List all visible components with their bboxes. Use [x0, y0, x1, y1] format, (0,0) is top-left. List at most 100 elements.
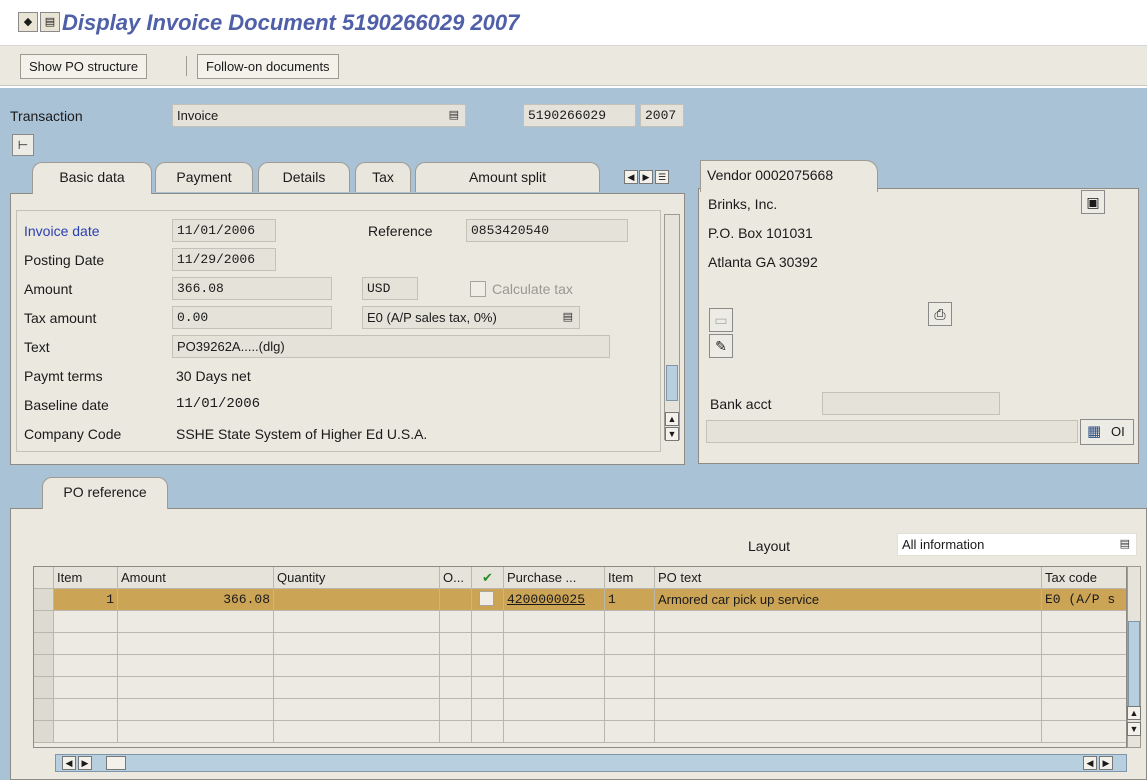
grid-cell[interactable]	[472, 721, 504, 743]
tab-scroll-left-icon[interactable]: ◀	[624, 170, 638, 184]
row-selector[interactable]	[34, 611, 54, 633]
grid-cell[interactable]	[504, 633, 605, 655]
dropdown-icon[interactable]: ▤	[563, 307, 573, 328]
print-icon[interactable]: ⎙	[928, 302, 952, 326]
grid-cell[interactable]	[504, 721, 605, 743]
dropdown-icon[interactable]: ▤	[1120, 534, 1130, 555]
scroll-thumb[interactable]	[1128, 621, 1140, 715]
tab-details[interactable]: Details	[258, 162, 350, 192]
layout-select[interactable]: All information ▤	[897, 533, 1137, 556]
tab-payment[interactable]: Payment	[155, 162, 253, 192]
grid-cell[interactable]	[655, 677, 1042, 699]
grid-cell[interactable]	[54, 611, 118, 633]
grid-cell[interactable]	[274, 633, 440, 655]
grid-cell[interactable]	[118, 611, 274, 633]
tab-scroll-right-icon[interactable]: ▶	[639, 170, 653, 184]
grid-cell[interactable]	[655, 633, 1042, 655]
scroll-right-icon[interactable]: ▶	[1099, 756, 1113, 770]
other-objects-icon[interactable]: ◆	[18, 12, 38, 32]
tax-code-select[interactable]: E0 (A/P sales tax, 0%) ▤	[362, 306, 580, 329]
grid-hscrollbar[interactable]	[55, 754, 1127, 772]
grid-cell[interactable]	[54, 721, 118, 743]
tab-tax[interactable]: Tax	[355, 162, 411, 192]
basic-data-scrollbar[interactable]	[664, 214, 680, 440]
grid-cell[interactable]	[472, 611, 504, 633]
grid-cell[interactable]	[1042, 721, 1126, 743]
grid-cell[interactable]	[472, 677, 504, 699]
scroll-down-icon[interactable]: ▼	[665, 427, 679, 441]
vendor-detail-icon[interactable]: ▣	[1081, 190, 1105, 214]
grid-cell[interactable]	[440, 655, 472, 677]
grid-cell[interactable]	[605, 655, 655, 677]
grid-cell[interactable]	[274, 655, 440, 677]
cell-item[interactable]: 1	[54, 589, 118, 611]
col-item-2[interactable]: Item	[605, 567, 655, 589]
grid-cell[interactable]	[440, 677, 472, 699]
scroll-thumb[interactable]	[666, 365, 678, 401]
grid-cell[interactable]	[118, 677, 274, 699]
grid-cell[interactable]	[504, 677, 605, 699]
table-row-empty[interactable]	[34, 721, 1126, 743]
cell-po-text[interactable]: Armored car pick up service	[655, 589, 1042, 611]
cell-amount[interactable]: 366.08	[118, 589, 274, 611]
dropdown-icon[interactable]: ▤	[449, 105, 459, 126]
hscroll-thumb[interactable]	[106, 756, 126, 770]
col-purchase[interactable]: Purchase ...	[504, 567, 605, 589]
col-po-text[interactable]: PO text	[655, 567, 1042, 589]
table-row-empty[interactable]	[34, 699, 1126, 721]
grid-cell[interactable]	[54, 699, 118, 721]
table-row-empty[interactable]	[34, 677, 1126, 699]
tab-basic-data[interactable]: Basic data	[32, 162, 152, 194]
scroll-left-icon[interactable]: ◀	[1083, 756, 1097, 770]
grid-cell[interactable]	[274, 721, 440, 743]
grid-cell[interactable]	[440, 633, 472, 655]
table-row[interactable]: 1 366.08 4200000025 1 Armored car pick u…	[34, 589, 1126, 611]
grid-cell[interactable]	[655, 655, 1042, 677]
grid-cell[interactable]	[1042, 677, 1126, 699]
grid-cell[interactable]	[472, 655, 504, 677]
show-po-structure-button[interactable]: Show PO structure	[20, 54, 148, 79]
table-row-empty[interactable]	[34, 655, 1126, 677]
grid-vscrollbar[interactable]	[1127, 566, 1141, 748]
grid-cell[interactable]	[472, 633, 504, 655]
grid-cell[interactable]	[440, 699, 472, 721]
col-quantity[interactable]: Quantity	[274, 567, 440, 589]
grid-cell[interactable]	[504, 699, 605, 721]
calculate-tax-checkbox[interactable]	[470, 281, 486, 297]
row-selector[interactable]	[34, 699, 54, 721]
scroll-right-icon[interactable]: ▶	[78, 756, 92, 770]
col-item[interactable]: Item	[54, 567, 118, 589]
row-selector[interactable]	[34, 633, 54, 655]
follow-on-documents-button[interactable]: Follow-on documents	[197, 54, 339, 79]
row-selector[interactable]	[34, 677, 54, 699]
grid-cell[interactable]	[504, 611, 605, 633]
row-checkbox[interactable]	[479, 591, 494, 606]
col-tax-code[interactable]: Tax code	[1042, 567, 1126, 589]
transaction-select[interactable]: Invoice ▤	[172, 104, 466, 127]
grid-cell[interactable]	[274, 699, 440, 721]
cell-tax-code[interactable]: E0 (A/P s	[1042, 589, 1126, 611]
grid-cell[interactable]	[1042, 633, 1126, 655]
grid-cell[interactable]	[440, 721, 472, 743]
grid-cell[interactable]	[440, 611, 472, 633]
grid-cell[interactable]	[655, 721, 1042, 743]
grid-cell[interactable]	[1042, 611, 1126, 633]
grid-cell[interactable]	[605, 611, 655, 633]
cell-quantity[interactable]	[274, 589, 440, 611]
col-check[interactable]: ✔	[472, 567, 504, 589]
grid-cell[interactable]	[605, 633, 655, 655]
tab-amount-split[interactable]: Amount split	[415, 162, 600, 192]
purchase-order-link[interactable]: 4200000025	[504, 589, 605, 611]
row-selector[interactable]	[34, 589, 54, 611]
header-toggle-icon[interactable]: ⊢	[12, 134, 34, 156]
grid-cell[interactable]	[605, 699, 655, 721]
grid-cell[interactable]	[274, 611, 440, 633]
grid-cell[interactable]	[1042, 655, 1126, 677]
grid-cell[interactable]	[472, 699, 504, 721]
table-row-empty[interactable]	[34, 633, 1126, 655]
grid-cell[interactable]	[274, 677, 440, 699]
tab-vendor[interactable]: Vendor 0002075668	[700, 160, 878, 192]
grid-cell[interactable]	[605, 721, 655, 743]
grid-cell[interactable]	[118, 655, 274, 677]
grid-cell[interactable]	[655, 699, 1042, 721]
